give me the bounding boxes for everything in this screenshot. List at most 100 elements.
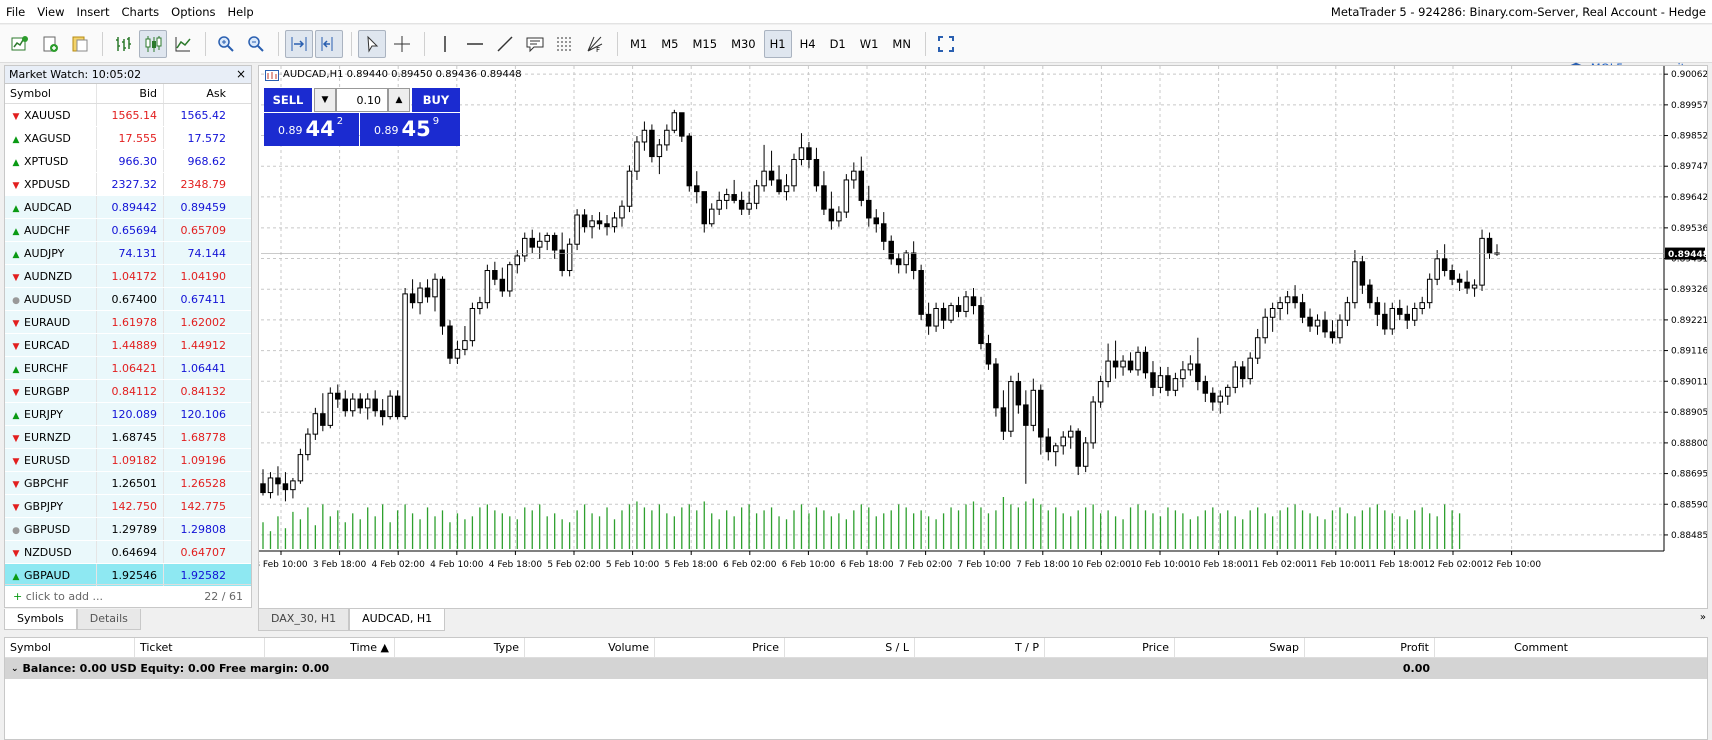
column-bid[interactable]: Bid: [97, 84, 164, 103]
candle: [462, 340, 468, 350]
balance-row[interactable]: ⌄ Balance: 0.00 USD Equity: 0.00 Free ma…: [5, 658, 1707, 679]
column-volume[interactable]: Volume: [525, 638, 655, 657]
column-ask[interactable]: Ask: [164, 84, 232, 103]
collapse-icon[interactable]: ⌄: [11, 664, 19, 674]
bid-price-box[interactable]: 0.89 44 2: [264, 113, 359, 146]
y-tick-label: 0.89116: [1671, 347, 1707, 357]
volume-input[interactable]: 0.10: [336, 88, 388, 112]
market-watch-row-audnzd[interactable]: ▼ AUDNZD 1.04172 1.04190: [5, 265, 251, 288]
horizontal-line-button[interactable]: [461, 30, 489, 58]
ask-cell: 1.06441: [180, 362, 227, 375]
zoom-in-button[interactable]: [212, 30, 240, 58]
sell-button[interactable]: SELL: [264, 88, 312, 112]
market-watch-row-xpdusd[interactable]: ▼ XPDUSD 2327.32 2348.79: [5, 173, 251, 196]
fibonacci-button[interactable]: [551, 30, 579, 58]
column-tp[interactable]: T / P: [915, 638, 1045, 657]
menu-help[interactable]: Help: [222, 0, 260, 24]
candle: [925, 313, 932, 327]
market-watch-row-xptusd[interactable]: ▲ XPTUSD 966.30 968.62: [5, 150, 251, 173]
market-watch-row-audcad[interactable]: ▲ AUDCAD 0.89442 0.89459: [5, 196, 251, 219]
close-icon[interactable]: ×: [236, 66, 246, 83]
timeframe-d1[interactable]: D1: [824, 30, 852, 58]
timeframe-m5[interactable]: M5: [655, 30, 684, 58]
tab-symbols[interactable]: Symbols: [4, 609, 77, 630]
column-sl[interactable]: S / L: [785, 638, 915, 657]
crosshair-button[interactable]: [388, 30, 416, 58]
arrow-down-icon: ▼: [12, 388, 20, 398]
vertical-line-button[interactable]: [431, 30, 459, 58]
timeframe-m15[interactable]: M15: [687, 30, 724, 58]
ask-price-box[interactable]: 0.89 45 9: [360, 113, 460, 146]
crosshair-icon: [394, 35, 410, 52]
autoscroll-button[interactable]: [285, 29, 313, 58]
line-chart-button[interactable]: [169, 30, 197, 58]
market-watch-row-euraud[interactable]: ▼ EURAUD 1.61978 1.62002: [5, 311, 251, 334]
column-symbol[interactable]: Symbol: [5, 84, 97, 103]
column-comment[interactable]: Comment: [1435, 638, 1573, 657]
tab-details[interactable]: Details: [76, 609, 141, 630]
column-price[interactable]: Price: [655, 638, 785, 657]
menu-charts[interactable]: Charts: [116, 0, 166, 24]
market-watch-row-audchf[interactable]: ▲ AUDCHF 0.65694 0.65709: [5, 219, 251, 242]
column-time[interactable]: Time ▲: [265, 638, 395, 657]
market-watch-row-eurusd[interactable]: ▼ EURUSD 1.09182 1.09196: [5, 449, 251, 472]
timeframe-w1[interactable]: W1: [854, 30, 885, 58]
new-order-button[interactable]: [36, 30, 64, 58]
arrow-down-icon: ▼: [12, 181, 20, 191]
ask-cell: 0.89459: [180, 201, 227, 214]
market-watch-row-nzdusd[interactable]: ▼ NZDUSD 0.64694 0.64707: [5, 541, 251, 564]
trendline-button[interactable]: [491, 30, 519, 58]
new-chart-button[interactable]: [6, 30, 34, 58]
column-current-price[interactable]: Price: [1045, 638, 1175, 657]
column-profit[interactable]: Profit: [1305, 638, 1435, 657]
chart-window[interactable]: 0.90062 0.89957 0.89852 0.89747 0.89642 0.895…: [258, 65, 1708, 609]
market-watch-row-xagusd[interactable]: ▲ XAGUSD 17.555 17.572: [5, 127, 251, 150]
cursor-button[interactable]: [358, 29, 386, 58]
ask-cell: 17.572: [187, 132, 227, 145]
market-watch-row-eurgbp[interactable]: ▼ EURGBP 0.84112 0.84132: [5, 380, 251, 403]
tabs-scroll-right-icon[interactable]: »: [1700, 612, 1706, 623]
timeframe-m1[interactable]: M1: [624, 30, 653, 58]
market-watch-row-xauusd[interactable]: ▼ XAUUSD 1565.14 1565.42: [5, 104, 251, 127]
arrow-up-icon: ▲: [12, 158, 20, 168]
market-watch-row-eurjpy[interactable]: ▲ EURJPY 120.089 120.106: [5, 403, 251, 426]
fullscreen-button[interactable]: [932, 30, 960, 58]
market-watch-row-eurnzd[interactable]: ▼ EURNZD 1.68745 1.68778: [5, 426, 251, 449]
zoom-out-icon: [248, 35, 264, 52]
column-swap[interactable]: Swap: [1175, 638, 1305, 657]
market-watch-row-audusd[interactable]: ● AUDUSD 0.67400 0.67411: [5, 288, 251, 311]
balance-profit: 0.00: [1402, 662, 1430, 675]
candlestick-chart[interactable]: 0.900620.899570.898520.897470.896420.895…: [259, 66, 1707, 608]
volume-decrease-button[interactable]: ▼: [314, 88, 336, 112]
symbol-name: EURGBP: [24, 385, 70, 398]
timeframe-h4[interactable]: H4: [794, 30, 822, 58]
timeframe-m30[interactable]: M30: [725, 30, 762, 58]
timeframe-mn[interactable]: MN: [886, 30, 917, 58]
menu-insert[interactable]: Insert: [71, 0, 116, 24]
menu-view[interactable]: View: [31, 0, 70, 24]
chart-shift-button[interactable]: [315, 29, 343, 58]
column-ticket[interactable]: Ticket: [135, 638, 265, 657]
tab-dax30-h1[interactable]: DAX_30, H1: [258, 609, 350, 631]
candlestick-button[interactable]: [139, 29, 167, 58]
zoom-out-button[interactable]: [242, 30, 270, 58]
menu-options[interactable]: Options: [165, 0, 221, 24]
market-watch-row-eurcad[interactable]: ▼ EURCAD 1.44889 1.44912: [5, 334, 251, 357]
bar-chart-button[interactable]: [109, 30, 137, 58]
market-watch-row-gbpusd[interactable]: ● GBPUSD 1.29789 1.29808: [5, 518, 251, 541]
menu-file[interactable]: File: [0, 0, 31, 24]
market-watch-row-eurchf[interactable]: ▲ EURCHF 1.06421 1.06441: [5, 357, 251, 380]
profiles-button[interactable]: [66, 30, 94, 58]
market-watch-row-audjpy[interactable]: ▲ AUDJPY 74.131 74.144: [5, 242, 251, 265]
text-label-button[interactable]: [521, 30, 549, 58]
click-to-add[interactable]: + click to add ...: [13, 590, 103, 603]
tab-audcad-h1[interactable]: AUDCAD, H1: [349, 609, 446, 631]
column-symbol[interactable]: Symbol: [5, 638, 135, 657]
market-watch-row-gbpchf[interactable]: ▼ GBPCHF 1.26501 1.26528: [5, 472, 251, 495]
column-type[interactable]: Type: [395, 638, 525, 657]
timeframe-h1[interactable]: H1: [763, 29, 792, 58]
gann-button[interactable]: F: [581, 30, 609, 58]
volume-increase-button[interactable]: ▲: [388, 88, 410, 112]
buy-button[interactable]: BUY: [412, 88, 460, 112]
market-watch-row-gbpjpy[interactable]: ▼ GBPJPY 142.750 142.775: [5, 495, 251, 518]
